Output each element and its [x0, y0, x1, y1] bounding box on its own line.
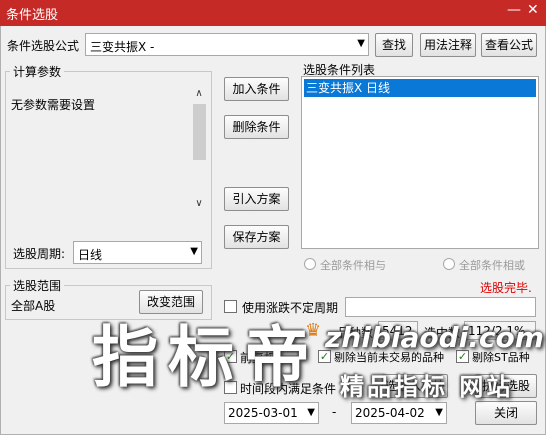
params-scrollbar[interactable]: ∧ ∨ — [192, 86, 207, 214]
delete-condition-button[interactable]: 删除条件 — [224, 115, 289, 139]
change-range-button[interactable]: 改变范围 — [139, 290, 203, 314]
uncertain-checkbox[interactable] — [224, 300, 237, 313]
watermark-url: zhibiaodi.com — [325, 321, 544, 354]
usage-button[interactable]: 用法注释 — [420, 33, 476, 57]
params-title: 计算参数 — [10, 63, 65, 80]
import-plan-button[interactable]: 引入方案 — [224, 187, 289, 211]
uncertain-label: 使用涨跌不定周期 — [242, 301, 339, 315]
date-from-picker[interactable]: 2025-03-01 ▼ — [224, 402, 319, 424]
range-title: 选股范围 — [10, 277, 65, 294]
list-item[interactable]: 三变共振X 日线 — [304, 79, 536, 97]
chevron-down-icon[interactable]: ▼ — [190, 246, 198, 257]
chevron-down-icon[interactable]: ▼ — [307, 407, 315, 418]
scroll-thumb[interactable] — [193, 104, 206, 160]
formula-label: 条件选股公式 — [7, 39, 80, 53]
add-condition-button[interactable]: 加入条件 — [224, 77, 289, 101]
range-value: 全部A股 — [11, 299, 56, 313]
watermark-brand: 精品指标 网站 — [340, 373, 514, 401]
and-radio[interactable] — [304, 258, 316, 270]
period-select[interactable]: 日线 ▼ — [73, 241, 202, 264]
date-separator: - — [332, 405, 337, 419]
crown-icon: ♛ — [305, 320, 322, 341]
or-radio[interactable] — [443, 258, 455, 270]
params-text: 无参数需要设置 — [11, 98, 96, 112]
chevron-down-icon[interactable]: ▼ — [435, 407, 443, 418]
conditions-list[interactable]: 三变共振X 日线 — [301, 76, 539, 249]
minimize-icon[interactable]: — — [507, 2, 521, 18]
view-formula-button[interactable]: 查看公式 — [481, 33, 537, 57]
watermark-big-text: 指标帝 — [92, 319, 320, 396]
period-label: 选股周期: — [13, 247, 66, 261]
uncertain-field[interactable] — [345, 297, 536, 317]
window-title: 条件选股 — [6, 8, 59, 23]
close-icon[interactable]: ✕ — [527, 2, 539, 18]
scroll-up-icon[interactable]: ∧ — [192, 88, 206, 99]
close-button[interactable]: 关闭 — [475, 401, 537, 425]
title-bar: 条件选股 — ✕ — [0, 0, 546, 26]
date-to-picker[interactable]: 2025-04-02 ▼ — [351, 402, 447, 424]
formula-value: 三变共振X - — [90, 40, 155, 54]
or-label: 全部条件相或 — [459, 259, 525, 272]
date-from-value: 2025-03-01 — [228, 406, 298, 420]
and-label: 全部条件相与 — [320, 259, 386, 272]
scroll-down-icon[interactable]: ∨ — [192, 198, 206, 209]
date-to-value: 2025-04-02 — [355, 406, 425, 420]
chevron-down-icon[interactable]: ▼ — [357, 38, 365, 49]
period-value: 日线 — [78, 248, 103, 262]
save-plan-button[interactable]: 保存方案 — [224, 225, 289, 249]
status-text: 选股完毕. — [480, 281, 532, 295]
formula-select[interactable]: 三变共振X - ▼ — [85, 33, 369, 56]
find-button[interactable]: 查找 — [375, 33, 413, 57]
